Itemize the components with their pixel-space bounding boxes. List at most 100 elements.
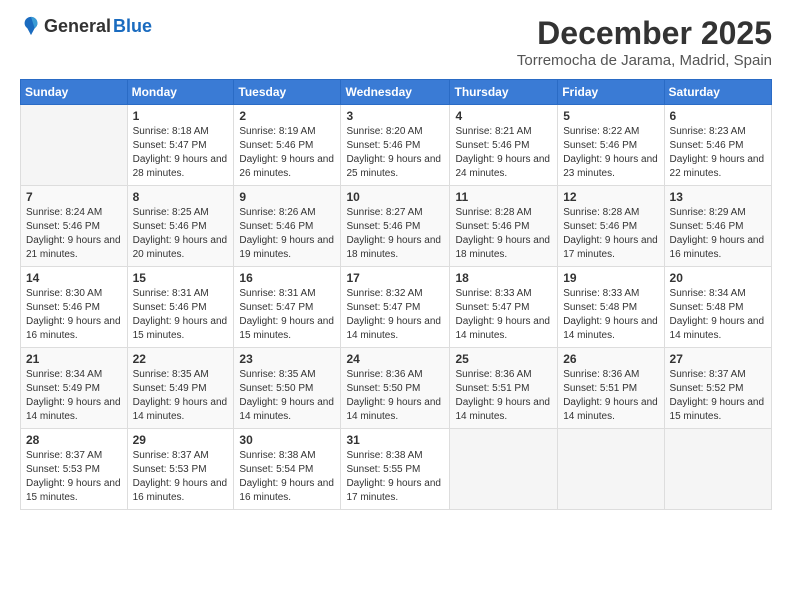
day-info: Sunrise: 8:37 AMSunset: 5:53 PMDaylight:… [133,449,229,505]
day-info: Sunrise: 8:24 AMSunset: 5:46 PMDaylight:… [26,206,122,262]
day-number: 10 [346,190,444,204]
day-cell: 4 Sunrise: 8:21 AMSunset: 5:46 PMDayligh… [450,105,558,186]
col-monday: Monday [127,80,234,105]
day-cell: 19 Sunrise: 8:33 AMSunset: 5:48 PMDaylig… [558,267,664,348]
day-cell: 9 Sunrise: 8:26 AMSunset: 5:46 PMDayligh… [234,186,341,267]
day-info: Sunrise: 8:20 AMSunset: 5:46 PMDaylight:… [346,125,444,181]
day-info: Sunrise: 8:37 AMSunset: 5:53 PMDaylight:… [26,449,122,505]
week-row-4: 21 Sunrise: 8:34 AMSunset: 5:49 PMDaylig… [21,348,772,429]
day-info: Sunrise: 8:30 AMSunset: 5:46 PMDaylight:… [26,287,122,343]
day-number: 14 [26,271,122,285]
day-cell: 17 Sunrise: 8:32 AMSunset: 5:47 PMDaylig… [341,267,450,348]
day-number: 25 [455,352,552,366]
header: GeneralBlue December 2025 Torremocha de … [20,15,772,69]
day-info: Sunrise: 8:22 AMSunset: 5:46 PMDaylight:… [563,125,658,181]
day-number: 26 [563,352,658,366]
day-number: 17 [346,271,444,285]
day-info: Sunrise: 8:23 AMSunset: 5:46 PMDaylight:… [670,125,766,181]
day-cell: 1 Sunrise: 8:18 AMSunset: 5:47 PMDayligh… [127,105,234,186]
col-thursday: Thursday [450,80,558,105]
week-row-3: 14 Sunrise: 8:30 AMSunset: 5:46 PMDaylig… [21,267,772,348]
day-info: Sunrise: 8:31 AMSunset: 5:47 PMDaylight:… [239,287,335,343]
day-number: 2 [239,109,335,123]
day-cell: 29 Sunrise: 8:37 AMSunset: 5:53 PMDaylig… [127,429,234,510]
day-info: Sunrise: 8:18 AMSunset: 5:47 PMDaylight:… [133,125,229,181]
day-number: 8 [133,190,229,204]
day-number: 6 [670,109,766,123]
day-number: 16 [239,271,335,285]
day-cell: 31 Sunrise: 8:38 AMSunset: 5:55 PMDaylig… [341,429,450,510]
day-number: 13 [670,190,766,204]
day-cell: 15 Sunrise: 8:31 AMSunset: 5:46 PMDaylig… [127,267,234,348]
day-cell: 6 Sunrise: 8:23 AMSunset: 5:46 PMDayligh… [664,105,771,186]
day-number: 22 [133,352,229,366]
day-info: Sunrise: 8:29 AMSunset: 5:46 PMDaylight:… [670,206,766,262]
day-cell: 24 Sunrise: 8:36 AMSunset: 5:50 PMDaylig… [341,348,450,429]
day-cell [450,429,558,510]
day-number: 15 [133,271,229,285]
day-cell: 7 Sunrise: 8:24 AMSunset: 5:46 PMDayligh… [21,186,128,267]
day-number: 9 [239,190,335,204]
day-info: Sunrise: 8:37 AMSunset: 5:52 PMDaylight:… [670,368,766,424]
calendar-header-row: Sunday Monday Tuesday Wednesday Thursday… [21,80,772,105]
day-number: 18 [455,271,552,285]
day-info: Sunrise: 8:36 AMSunset: 5:50 PMDaylight:… [346,368,444,424]
day-number: 27 [670,352,766,366]
calendar-table: Sunday Monday Tuesday Wednesday Thursday… [20,79,772,510]
day-cell: 8 Sunrise: 8:25 AMSunset: 5:46 PMDayligh… [127,186,234,267]
day-cell: 5 Sunrise: 8:22 AMSunset: 5:46 PMDayligh… [558,105,664,186]
day-number: 23 [239,352,335,366]
col-friday: Friday [558,80,664,105]
day-number: 20 [670,271,766,285]
day-cell: 22 Sunrise: 8:35 AMSunset: 5:49 PMDaylig… [127,348,234,429]
day-cell: 11 Sunrise: 8:28 AMSunset: 5:46 PMDaylig… [450,186,558,267]
day-number: 4 [455,109,552,123]
title-section: December 2025 Torremocha de Jarama, Madr… [517,15,772,69]
day-info: Sunrise: 8:25 AMSunset: 5:46 PMDaylight:… [133,206,229,262]
day-number: 28 [26,433,122,447]
day-info: Sunrise: 8:35 AMSunset: 5:49 PMDaylight:… [133,368,229,424]
logo-general: General [44,16,111,37]
day-info: Sunrise: 8:35 AMSunset: 5:50 PMDaylight:… [239,368,335,424]
day-cell [21,105,128,186]
week-row-5: 28 Sunrise: 8:37 AMSunset: 5:53 PMDaylig… [21,429,772,510]
day-number: 31 [346,433,444,447]
day-number: 30 [239,433,335,447]
logo-icon [20,15,42,37]
day-info: Sunrise: 8:28 AMSunset: 5:46 PMDaylight:… [563,206,658,262]
day-cell: 18 Sunrise: 8:33 AMSunset: 5:47 PMDaylig… [450,267,558,348]
day-cell: 12 Sunrise: 8:28 AMSunset: 5:46 PMDaylig… [558,186,664,267]
col-saturday: Saturday [664,80,771,105]
day-number: 24 [346,352,444,366]
day-info: Sunrise: 8:33 AMSunset: 5:47 PMDaylight:… [455,287,552,343]
day-cell: 16 Sunrise: 8:31 AMSunset: 5:47 PMDaylig… [234,267,341,348]
day-cell: 20 Sunrise: 8:34 AMSunset: 5:48 PMDaylig… [664,267,771,348]
day-number: 29 [133,433,229,447]
logo: GeneralBlue [20,15,152,37]
day-number: 7 [26,190,122,204]
subtitle: Torremocha de Jarama, Madrid, Spain [517,52,772,69]
day-cell: 28 Sunrise: 8:37 AMSunset: 5:53 PMDaylig… [21,429,128,510]
day-cell: 25 Sunrise: 8:36 AMSunset: 5:51 PMDaylig… [450,348,558,429]
week-row-2: 7 Sunrise: 8:24 AMSunset: 5:46 PMDayligh… [21,186,772,267]
day-info: Sunrise: 8:36 AMSunset: 5:51 PMDaylight:… [563,368,658,424]
logo-wrapper: GeneralBlue [20,15,152,37]
day-cell: 27 Sunrise: 8:37 AMSunset: 5:52 PMDaylig… [664,348,771,429]
day-info: Sunrise: 8:38 AMSunset: 5:55 PMDaylight:… [346,449,444,505]
day-cell: 30 Sunrise: 8:38 AMSunset: 5:54 PMDaylig… [234,429,341,510]
day-cell: 2 Sunrise: 8:19 AMSunset: 5:46 PMDayligh… [234,105,341,186]
day-info: Sunrise: 8:21 AMSunset: 5:46 PMDaylight:… [455,125,552,181]
day-info: Sunrise: 8:38 AMSunset: 5:54 PMDaylight:… [239,449,335,505]
day-info: Sunrise: 8:34 AMSunset: 5:49 PMDaylight:… [26,368,122,424]
day-cell: 3 Sunrise: 8:20 AMSunset: 5:46 PMDayligh… [341,105,450,186]
week-row-1: 1 Sunrise: 8:18 AMSunset: 5:47 PMDayligh… [21,105,772,186]
day-number: 5 [563,109,658,123]
day-info: Sunrise: 8:31 AMSunset: 5:46 PMDaylight:… [133,287,229,343]
day-cell: 13 Sunrise: 8:29 AMSunset: 5:46 PMDaylig… [664,186,771,267]
day-number: 1 [133,109,229,123]
day-number: 3 [346,109,444,123]
page: GeneralBlue December 2025 Torremocha de … [0,0,792,612]
col-sunday: Sunday [21,80,128,105]
day-cell: 21 Sunrise: 8:34 AMSunset: 5:49 PMDaylig… [21,348,128,429]
day-cell [558,429,664,510]
